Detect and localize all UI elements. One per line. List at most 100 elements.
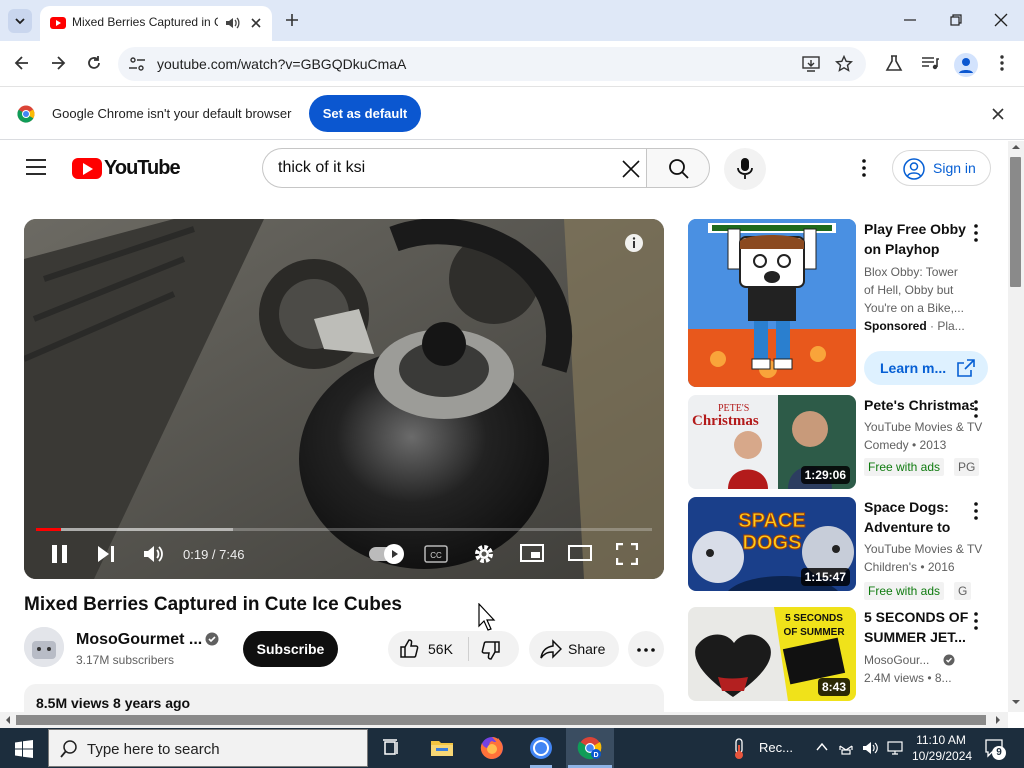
firefox-icon[interactable] (478, 734, 506, 762)
rec-thumbnail[interactable]: 5 SECONDS OF SUMMER 8:43 (688, 607, 856, 701)
tab-search-button[interactable] (8, 9, 32, 33)
sign-in-label: Sign in (933, 160, 976, 176)
like-divider (468, 637, 469, 661)
media-control-icon[interactable] (920, 53, 940, 73)
windows-start-icon[interactable] (15, 740, 33, 758)
vertical-scroll-thumb[interactable] (1010, 157, 1021, 287)
labs-flask-icon[interactable] (884, 53, 904, 73)
close-tab-icon[interactable] (246, 13, 266, 33)
new-tab-icon[interactable] (282, 10, 302, 30)
progress-bar[interactable] (36, 528, 652, 531)
scroll-right-icon[interactable] (994, 715, 1002, 725)
rec-title[interactable]: Pete's Christmas (864, 395, 974, 415)
hamburger-menu-icon[interactable] (26, 158, 46, 176)
settings-gear-icon[interactable] (473, 543, 495, 565)
minimize-icon[interactable] (902, 12, 918, 28)
volume-icon[interactable] (142, 543, 164, 565)
rec-thumbnail[interactable] (688, 219, 856, 387)
fullscreen-icon[interactable] (616, 543, 638, 565)
sign-in-button[interactable]: Sign in (892, 150, 991, 186)
recommendation-sponsored[interactable]: Play Free Obby on Playhop Blox Obby: Tow… (688, 219, 988, 387)
speaker-tray-icon[interactable] (862, 740, 880, 756)
info-icon[interactable] (624, 233, 644, 253)
search-input[interactable]: thick of it ksi (278, 159, 365, 177)
search-box[interactable]: thick of it ksi (262, 148, 647, 188)
scroll-left-icon[interactable] (4, 715, 12, 725)
rec-title[interactable]: Play Free Obby on Playhop (864, 219, 976, 259)
site-info-icon[interactable] (128, 56, 146, 72)
channel-avatar[interactable] (24, 627, 64, 667)
horizontal-scroll-thumb[interactable] (16, 715, 986, 725)
taskbar-search-box[interactable]: Type here to search (48, 729, 368, 767)
rec-thumbnail[interactable]: SPACE DOGS 1:15:47 (688, 497, 856, 591)
bookmark-star-icon[interactable] (835, 55, 853, 73)
forward-icon[interactable] (48, 53, 68, 73)
file-explorer-icon[interactable] (428, 734, 456, 762)
chrome-logo-icon (17, 105, 35, 123)
scroll-down-icon[interactable] (1011, 698, 1021, 706)
rec-meta-line: You're on a Bike,... (864, 301, 964, 315)
share-button[interactable]: Share (529, 631, 619, 667)
thumbs-down-icon[interactable] (481, 640, 501, 660)
share-label: Share (568, 641, 606, 657)
rec-menu-icon[interactable] (970, 501, 982, 521)
restore-icon[interactable] (948, 12, 964, 28)
captions-icon[interactable]: CC (424, 545, 448, 563)
speaker-icon[interactable] (224, 15, 240, 31)
theater-mode-icon[interactable] (568, 543, 592, 563)
video-player[interactable]: 0:19 / 7:46 CC (24, 219, 664, 579)
taskbar-active-app[interactable]: D (566, 728, 614, 768)
voice-search-button[interactable] (724, 148, 766, 190)
chrome-menu-icon[interactable] (992, 53, 1012, 73)
thermometer-icon[interactable] (729, 737, 749, 761)
search-button[interactable] (646, 148, 710, 188)
clear-search-icon[interactable] (621, 159, 641, 179)
pause-icon[interactable] (50, 543, 70, 565)
recommendation-item[interactable]: SPACE DOGS 1:15:47 Space Dogs: Adventure… (688, 497, 988, 600)
free-with-ads-badge: Free with ads (864, 458, 945, 476)
youtube-logo[interactable]: YouTube (72, 156, 181, 180)
infobar-message: Google Chrome isn't your default browser (52, 106, 292, 121)
tab-active[interactable]: Mixed Berries Captured in Cute Ice Cubes (40, 6, 272, 41)
scroll-up-icon[interactable] (1011, 143, 1021, 151)
task-view-icon[interactable] (378, 734, 406, 762)
autoplay-toggle[interactable] (369, 544, 404, 564)
profile-icon (959, 58, 973, 73)
notification-center[interactable]: 9 (984, 738, 1006, 760)
rec-title[interactable]: Space Dogs: Adventure to the... (864, 497, 976, 537)
next-video-icon[interactable] (96, 543, 116, 565)
tray-overflow-icon[interactable] (816, 742, 828, 752)
weather-label[interactable]: Rec... (759, 740, 793, 755)
default-browser-infobar: Google Chrome isn't your default browser… (0, 88, 1024, 140)
close-infobar-icon[interactable] (990, 106, 1006, 122)
buffered-bar (36, 528, 233, 531)
rec-menu-icon[interactable] (970, 399, 982, 419)
profile-button[interactable] (954, 53, 978, 77)
recommendation-item[interactable]: 5 SECONDS OF SUMMER 8:43 5 SECONDS OF SU… (688, 607, 988, 701)
display-icon[interactable] (886, 740, 904, 756)
learn-more-button[interactable]: Learn m... (864, 351, 988, 385)
recommendation-item[interactable]: PETE'S Christmas 1:29:06 Pete's Christma… (688, 395, 988, 489)
search-icon (60, 740, 77, 758)
settings-more-icon[interactable] (854, 158, 874, 178)
rec-title[interactable]: 5 SECONDS OF SUMMER JET... (864, 607, 976, 647)
subscribe-button[interactable]: Subscribe (243, 631, 338, 667)
like-button[interactable]: 56K (388, 631, 468, 667)
network-icon[interactable] (838, 740, 854, 756)
rating-badge: G (954, 582, 972, 600)
miniplayer-icon[interactable] (520, 543, 544, 563)
reload-icon[interactable] (84, 53, 104, 73)
rec-menu-icon[interactable] (970, 611, 982, 631)
back-icon[interactable] (12, 53, 32, 73)
channel-name[interactable]: MosoGourmet ... (76, 631, 202, 649)
more-actions-button[interactable] (628, 631, 664, 667)
taskbar-clock[interactable]: 11:10 AM 10/29/2024 (912, 732, 972, 764)
browser-toolbar: youtube.com/watch?v=GBGQDkuCmaA (0, 41, 1024, 87)
rec-menu-icon[interactable] (970, 223, 982, 243)
chrome-icon[interactable] (527, 734, 555, 762)
close-window-icon[interactable] (993, 12, 1009, 28)
rec-thumbnail[interactable]: PETE'S Christmas 1:29:06 (688, 395, 856, 489)
address-bar[interactable]: youtube.com/watch?v=GBGQDkuCmaA (118, 47, 866, 81)
install-app-icon[interactable] (802, 55, 820, 73)
set-as-default-button[interactable]: Set as default (309, 95, 421, 132)
